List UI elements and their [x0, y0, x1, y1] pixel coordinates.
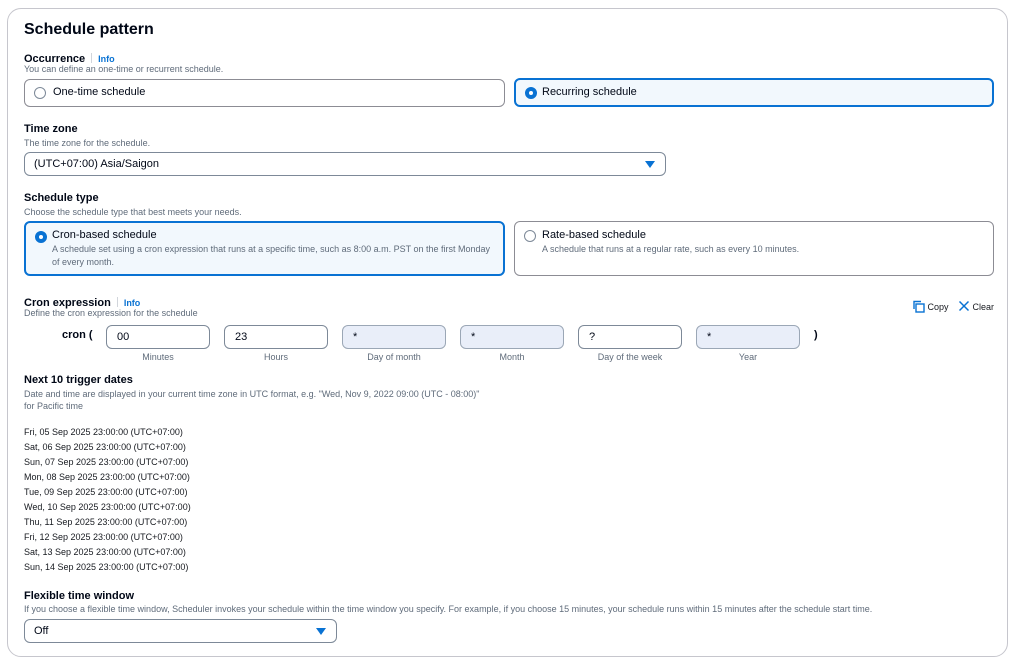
- cron-based-title: Cron-based schedule: [52, 229, 157, 241]
- one-time-radio[interactable]: [34, 87, 46, 99]
- cron-hours-input[interactable]: 23: [224, 325, 328, 349]
- copy-label: Copy: [927, 302, 949, 312]
- close-icon: [958, 300, 970, 312]
- one-time-label: One-time schedule: [53, 86, 146, 98]
- trigger-date-item: Sun, 07 Sep 2025 23:00:00 (UTC+07:00): [24, 457, 189, 467]
- clear-label: Clear: [972, 302, 995, 312]
- trigger-dates-desc-line2: for Pacific time: [24, 401, 84, 411]
- cron-hours-caption: Hours: [263, 352, 288, 362]
- cron-day-of-month-caption: Day of month: [367, 352, 421, 362]
- cron-day-of-month-input[interactable]: *: [342, 325, 446, 349]
- cron-info-link[interactable]: Info: [124, 298, 141, 308]
- recurring-schedule-option[interactable]: Recurring schedule: [514, 78, 994, 107]
- trigger-dates-desc-line1: Date and time are displayed in your curr…: [24, 389, 480, 399]
- cron-prefix: cron (: [62, 329, 93, 341]
- recurring-label: Recurring schedule: [542, 86, 637, 98]
- trigger-date-item: Wed, 10 Sep 2025 23:00:00 (UTC+07:00): [24, 502, 191, 512]
- cron-month-caption: Month: [499, 352, 525, 362]
- cron-minutes-input[interactable]: 00: [106, 325, 210, 349]
- copy-icon: [913, 300, 925, 313]
- copy-button[interactable]: Copy: [912, 300, 949, 313]
- rate-based-desc: A schedule that runs at a regular rate, …: [542, 244, 800, 254]
- cron-day-of-week-input[interactable]: ?: [578, 325, 682, 349]
- cron-based-desc: A schedule set using a cron expression t…: [52, 244, 491, 267]
- cron-description: Define the cron expression for the sched…: [24, 308, 198, 318]
- caret-down-icon: [316, 628, 326, 635]
- cron-month-input[interactable]: *: [460, 325, 564, 349]
- one-time-schedule-option[interactable]: One-time schedule: [24, 79, 505, 107]
- cron-day-of-week-value: ?: [589, 331, 596, 343]
- rate-based-title: Rate-based schedule: [542, 229, 646, 241]
- cron-based-radio[interactable]: [35, 231, 47, 243]
- cron-year-value: *: [707, 331, 712, 343]
- occurrence-info-link[interactable]: Info: [98, 54, 115, 64]
- cron-hours-value: 23: [235, 331, 248, 343]
- cron-minutes-value: 00: [117, 331, 130, 343]
- cron-suffix: ): [814, 329, 818, 341]
- trigger-date-item: Sat, 06 Sep 2025 23:00:00 (UTC+07:00): [24, 442, 186, 452]
- trigger-date-item: Thu, 11 Sep 2025 23:00:00 (UTC+07:00): [24, 517, 188, 527]
- flex-window-select[interactable]: Off: [24, 619, 337, 643]
- timezone-description: The time zone for the schedule.: [24, 138, 151, 148]
- timezone-label: Time zone: [24, 123, 78, 135]
- timezone-value: (UTC+07:00) Asia/Saigon: [34, 158, 160, 170]
- caret-down-icon: [645, 161, 655, 168]
- timezone-select[interactable]: (UTC+07:00) Asia/Saigon: [24, 152, 666, 176]
- cron-minutes-caption: Minutes: [142, 352, 174, 362]
- trigger-date-item: Fri, 05 Sep 2025 23:00:00 (UTC+07:00): [24, 427, 183, 437]
- section-title: Schedule pattern: [24, 21, 154, 38]
- flex-window-label: Flexible time window: [24, 590, 135, 602]
- trigger-date-item: Fri, 12 Sep 2025 23:00:00 (UTC+07:00): [24, 532, 183, 542]
- schedule-type-description: Choose the schedule type that best meets…: [24, 207, 242, 217]
- trigger-date-item: Mon, 08 Sep 2025 23:00:00 (UTC+07:00): [24, 472, 190, 482]
- trigger-date-item: Tue, 09 Sep 2025 23:00:00 (UTC+07:00): [24, 487, 188, 497]
- cron-year-caption: Year: [738, 352, 758, 362]
- trigger-date-item: Sun, 14 Sep 2025 23:00:00 (UTC+07:00): [24, 562, 189, 572]
- cron-month-value: *: [471, 331, 476, 343]
- schedule-type-label: Schedule type: [24, 192, 99, 204]
- cron-day-of-month-value: *: [353, 331, 358, 343]
- flex-window-value: Off: [34, 625, 49, 637]
- clear-button[interactable]: Clear: [958, 300, 994, 312]
- trigger-dates-label: Next 10 trigger dates: [24, 374, 133, 386]
- recurring-radio[interactable]: [525, 87, 537, 99]
- flex-window-description: If you choose a flexible time window, Sc…: [24, 604, 873, 614]
- occurrence-description: You can define an one-time or recurrent …: [24, 64, 224, 74]
- cron-based-option[interactable]: Cron-based schedule A schedule set using…: [24, 221, 505, 276]
- cron-day-of-week-caption: Day of the week: [597, 352, 663, 362]
- rate-based-option[interactable]: Rate-based schedule A schedule that runs…: [514, 221, 994, 276]
- cron-year-input[interactable]: *: [696, 325, 800, 349]
- trigger-date-item: Sat, 13 Sep 2025 23:00:00 (UTC+07:00): [24, 547, 186, 557]
- rate-based-radio[interactable]: [524, 230, 536, 242]
